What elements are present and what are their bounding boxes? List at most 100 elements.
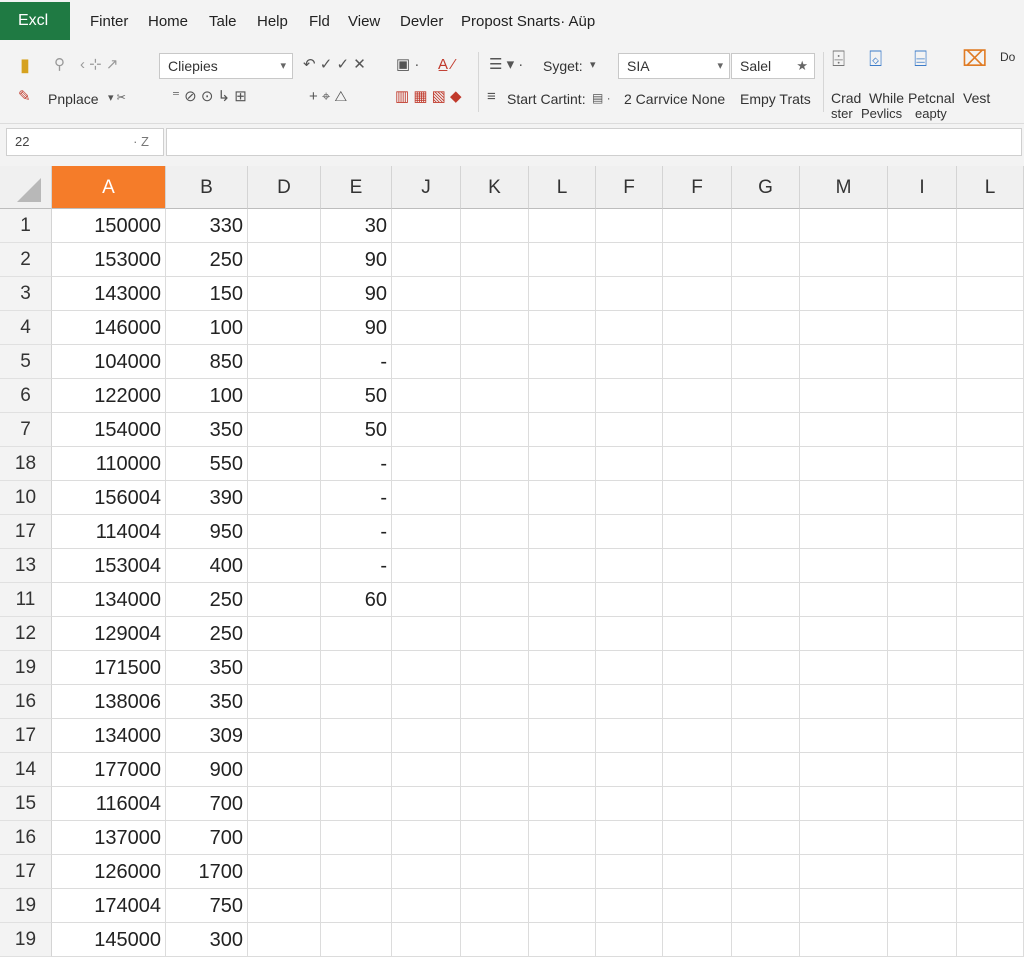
column-header-a[interactable]: A bbox=[52, 166, 166, 209]
cell[interactable] bbox=[957, 855, 1024, 889]
cell[interactable] bbox=[596, 243, 663, 277]
cell[interactable] bbox=[392, 379, 461, 413]
row-header[interactable]: 10 bbox=[0, 481, 52, 515]
list-icon[interactable]: ≡ bbox=[487, 88, 496, 106]
cell[interactable] bbox=[596, 719, 663, 753]
cell[interactable] bbox=[596, 753, 663, 787]
cell[interactable] bbox=[732, 311, 800, 345]
cell[interactable] bbox=[392, 889, 461, 923]
cell[interactable] bbox=[392, 277, 461, 311]
cell[interactable] bbox=[596, 889, 663, 923]
cell[interactable] bbox=[529, 685, 596, 719]
row-header[interactable]: 17 bbox=[0, 855, 52, 889]
cell[interactable] bbox=[888, 277, 957, 311]
cell[interactable] bbox=[248, 209, 321, 243]
cell[interactable] bbox=[888, 549, 957, 583]
menu-item-help[interactable]: Help bbox=[257, 13, 288, 30]
cell[interactable]: 1700 bbox=[166, 855, 248, 889]
personal-icon[interactable]: ⌸ bbox=[914, 48, 927, 70]
cell[interactable]: 153004 bbox=[52, 549, 166, 583]
cell[interactable] bbox=[461, 243, 529, 277]
cell[interactable] bbox=[529, 379, 596, 413]
cell[interactable] bbox=[800, 345, 888, 379]
row-header[interactable]: 15 bbox=[0, 787, 52, 821]
cell[interactable] bbox=[663, 685, 732, 719]
carrvice-label[interactable]: 2 Carrvice None bbox=[624, 90, 725, 108]
cell[interactable]: 150000 bbox=[52, 209, 166, 243]
cell[interactable] bbox=[732, 821, 800, 855]
cell[interactable] bbox=[529, 243, 596, 277]
cell[interactable] bbox=[321, 889, 392, 923]
cell[interactable] bbox=[888, 311, 957, 345]
cell[interactable]: 156004 bbox=[52, 481, 166, 515]
chevron-down-icon[interactable]: ▾ ✂ bbox=[108, 89, 126, 107]
cell[interactable] bbox=[732, 855, 800, 889]
format-icons[interactable]: ⁼ ⊘ ⊙ ↳ ⊞ bbox=[172, 88, 247, 106]
cell[interactable] bbox=[529, 413, 596, 447]
cell[interactable]: 134000 bbox=[52, 583, 166, 617]
cell[interactable]: - bbox=[321, 515, 392, 549]
cell[interactable]: 400 bbox=[166, 549, 248, 583]
cell[interactable] bbox=[596, 923, 663, 957]
cell[interactable] bbox=[957, 345, 1024, 379]
cell[interactable] bbox=[392, 209, 461, 243]
app-title-tab[interactable]: Excl bbox=[0, 2, 70, 40]
cell[interactable] bbox=[663, 855, 732, 889]
cell[interactable]: 350 bbox=[166, 413, 248, 447]
cell[interactable] bbox=[248, 719, 321, 753]
cell[interactable] bbox=[663, 277, 732, 311]
cell[interactable] bbox=[461, 651, 529, 685]
cell[interactable] bbox=[663, 481, 732, 515]
group-vest-line1[interactable]: Vest bbox=[963, 89, 990, 107]
row-header[interactable]: 17 bbox=[0, 719, 52, 753]
cell[interactable] bbox=[888, 209, 957, 243]
cell[interactable] bbox=[529, 209, 596, 243]
font-name-dropdown[interactable]: Cliepies ▾ bbox=[159, 53, 293, 79]
cell[interactable] bbox=[800, 719, 888, 753]
row-header[interactable]: 2 bbox=[0, 243, 52, 277]
cell[interactable]: 116004 bbox=[52, 787, 166, 821]
cell[interactable] bbox=[529, 277, 596, 311]
row-header[interactable]: 3 bbox=[0, 277, 52, 311]
menu-item-view[interactable]: View bbox=[348, 13, 380, 30]
chart-icons[interactable]: ▥ ▦ ▧ ◆ bbox=[395, 88, 462, 106]
column-header-m[interactable]: M bbox=[800, 166, 888, 209]
cell[interactable]: 90 bbox=[321, 243, 392, 277]
cell[interactable] bbox=[596, 277, 663, 311]
cell[interactable] bbox=[732, 379, 800, 413]
row-header[interactable]: 19 bbox=[0, 889, 52, 923]
menu-item-tale[interactable]: Tale bbox=[209, 13, 237, 30]
cell[interactable]: 250 bbox=[166, 617, 248, 651]
cell[interactable]: 134000 bbox=[52, 719, 166, 753]
cell[interactable]: 700 bbox=[166, 821, 248, 855]
row-header[interactable]: 16 bbox=[0, 821, 52, 855]
cell[interactable] bbox=[461, 923, 529, 957]
cell[interactable] bbox=[248, 787, 321, 821]
cell[interactable] bbox=[663, 447, 732, 481]
replace-icon[interactable]: ✎ bbox=[18, 88, 31, 106]
cell[interactable] bbox=[663, 515, 732, 549]
cell[interactable] bbox=[248, 821, 321, 855]
cell[interactable] bbox=[596, 345, 663, 379]
cell[interactable] bbox=[888, 787, 957, 821]
cell[interactable] bbox=[663, 311, 732, 345]
cell[interactable]: - bbox=[321, 447, 392, 481]
cell[interactable] bbox=[957, 821, 1024, 855]
cell[interactable]: 390 bbox=[166, 481, 248, 515]
cell[interactable] bbox=[800, 277, 888, 311]
cell[interactable] bbox=[732, 413, 800, 447]
font-color-icon[interactable]: A̲ ⁄ bbox=[438, 56, 455, 74]
cell[interactable] bbox=[663, 651, 732, 685]
cell[interactable] bbox=[957, 243, 1024, 277]
cell[interactable] bbox=[800, 311, 888, 345]
cell[interactable] bbox=[392, 583, 461, 617]
column-header-e[interactable]: E bbox=[321, 166, 392, 209]
cell[interactable] bbox=[321, 855, 392, 889]
cell[interactable] bbox=[800, 379, 888, 413]
row-header[interactable]: 5 bbox=[0, 345, 52, 379]
row-header[interactable]: 13 bbox=[0, 549, 52, 583]
cell[interactable] bbox=[732, 549, 800, 583]
cell[interactable] bbox=[321, 617, 392, 651]
cell[interactable] bbox=[461, 889, 529, 923]
cell[interactable] bbox=[663, 549, 732, 583]
